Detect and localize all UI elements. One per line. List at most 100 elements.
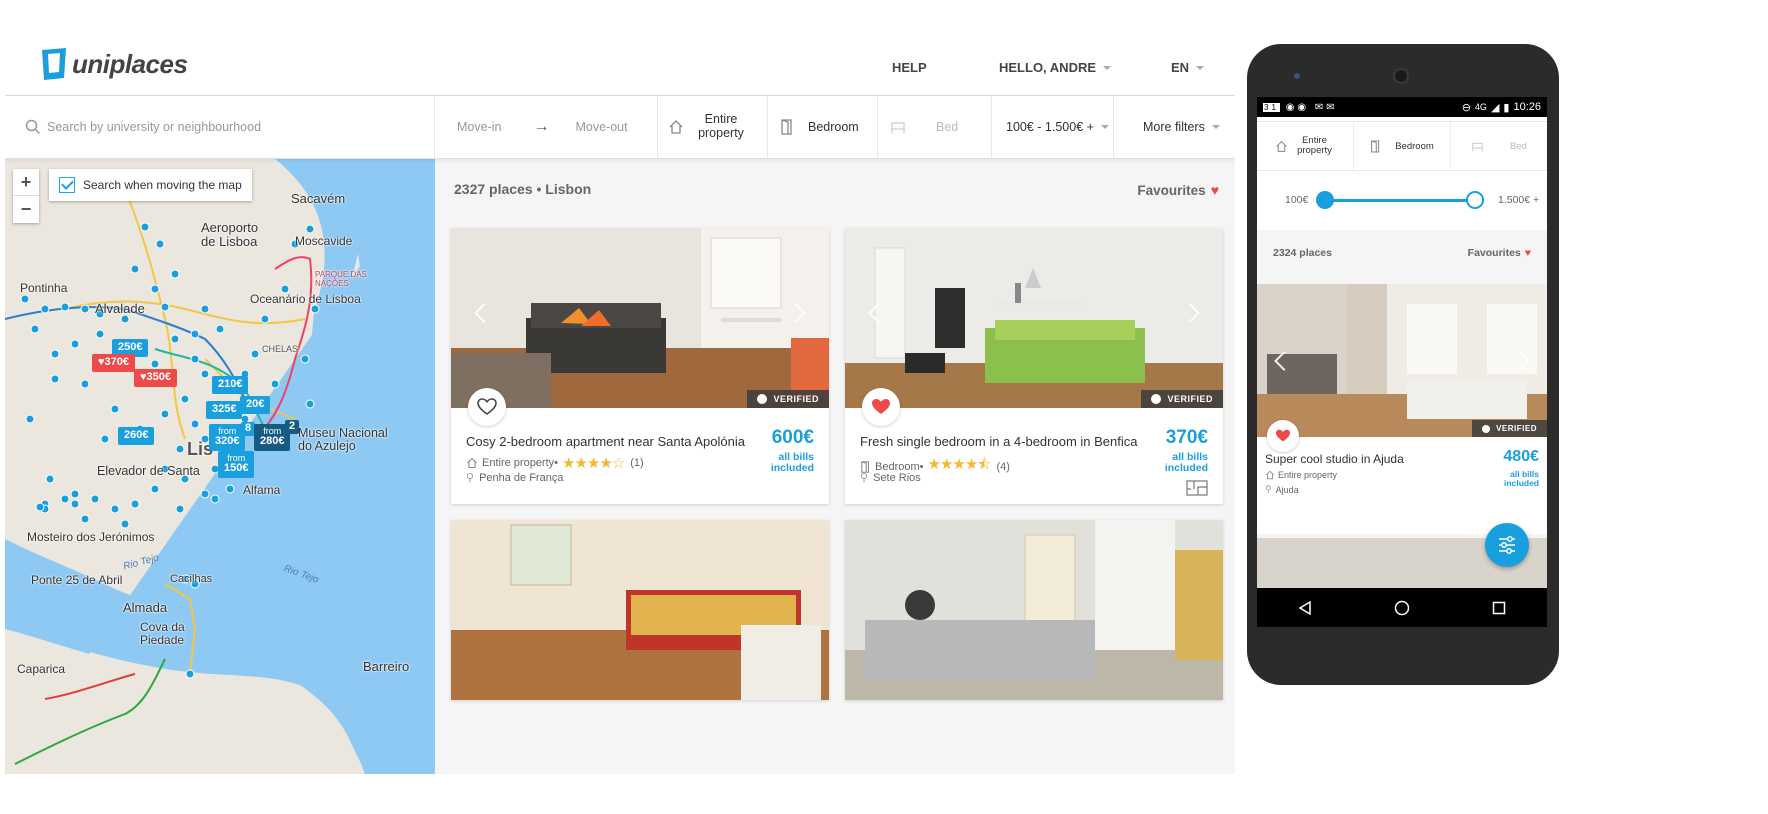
- slider-min-handle[interactable]: [1316, 191, 1334, 209]
- house-icon: [669, 120, 683, 134]
- phone-filter-entire[interactable]: Entire property: [1257, 122, 1354, 170]
- listing-photo[interactable]: [845, 520, 1223, 700]
- heart-filled-icon: [872, 399, 890, 414]
- home-icon[interactable]: [1394, 600, 1410, 616]
- help-link[interactable]: HELP: [892, 60, 927, 75]
- map-label: CHELAS: [262, 344, 299, 354]
- move-in-field[interactable]: Move-in: [457, 120, 501, 134]
- phone-filter-bedroom[interactable]: Bedroom: [1354, 122, 1451, 170]
- favourites-link[interactable]: Favourites ♥: [1137, 182, 1219, 198]
- android-navbar: [1257, 588, 1547, 627]
- price-filter[interactable]: 100€ - 1.500€ +: [992, 96, 1114, 158]
- logo[interactable]: uniplaces: [41, 48, 188, 80]
- listing-body: Fresh single bedroom in a 4-bedroom in B…: [845, 408, 1223, 504]
- map-price-pin[interactable]: 20€: [240, 396, 271, 414]
- rating-count: (4): [996, 460, 1010, 473]
- filter-bed[interactable]: Bed: [878, 96, 992, 158]
- zoom-in-button[interactable]: +: [13, 169, 39, 196]
- location-pin-icon: ⚲: [1265, 484, 1272, 494]
- map-favourite-pin[interactable]: ♥370€: [92, 354, 136, 372]
- verified-badge: VERIFIED: [747, 390, 829, 408]
- checkbox-checked-icon[interactable]: [59, 177, 75, 193]
- map-label: Sacavém: [291, 191, 346, 206]
- location-pin-icon: ⚲: [466, 472, 475, 484]
- bills-included: all bills included: [1164, 451, 1208, 474]
- price-filter-label: 100€ - 1.500€ +: [1006, 120, 1094, 134]
- verified-badge: VERIFIED: [1472, 420, 1547, 437]
- search-filter-bar: Search by university or neighbourhood Mo…: [5, 96, 1235, 159]
- map-favourite-pin[interactable]: ♥350€: [134, 369, 178, 387]
- map-price-pin[interactable]: 325€: [206, 401, 243, 419]
- phone-listing-location-label: Ajuda: [1275, 484, 1299, 495]
- slider-max-handle[interactable]: [1466, 191, 1484, 209]
- listing-card[interactable]: VERIFIED Fresh single bedroom in a 4-bed…: [845, 228, 1223, 504]
- phone-filter-bed[interactable]: Bed: [1451, 122, 1547, 170]
- phone-favourites-link[interactable]: Favourites ♥: [1468, 247, 1531, 259]
- map-price-pin[interactable]: 210€: [212, 376, 249, 394]
- back-icon[interactable]: [1298, 600, 1312, 615]
- favourites-label: Favourites: [1137, 182, 1206, 198]
- favourite-button[interactable]: [468, 388, 506, 426]
- star-rating: ★★★★☆: [562, 455, 625, 472]
- living-room-photo: [451, 228, 829, 408]
- phone-mockup: 31 ◉◉ ✉✉ ⊖ 4G ◢ ▮ 10:26 Entire property: [1247, 44, 1559, 685]
- listing-title[interactable]: Fresh single bedroom in a 4-bedroom in B…: [860, 434, 1137, 449]
- user-menu-label: HELLO, ANDRE: [999, 60, 1097, 75]
- listing-card[interactable]: [845, 520, 1223, 700]
- favourite-button[interactable]: [862, 388, 900, 426]
- phone-favourite-button[interactable]: [1267, 420, 1299, 452]
- search-input[interactable]: Search by university or neighbourhood: [5, 96, 435, 158]
- verified-label: VERIFIED: [1496, 424, 1537, 433]
- filters-fab-button[interactable]: [1485, 523, 1529, 567]
- network-label: 4G: [1474, 102, 1487, 112]
- listing-card[interactable]: VERIFIED Cosy 2-bedroom apartment near S…: [451, 228, 829, 504]
- map-cluster-pin[interactable]: 2: [285, 420, 300, 434]
- filter-bedroom-label: Bedroom: [808, 120, 859, 134]
- phone-listing-price: 480€: [1503, 448, 1539, 465]
- map-price-pin[interactable]: from 320€: [209, 424, 246, 451]
- filter-entire-property[interactable]: Entire property: [658, 96, 768, 158]
- pin-price: 320€: [215, 435, 240, 448]
- listing-photo[interactable]: VERIFIED: [451, 228, 829, 408]
- filter-entire-label: Entire property: [698, 112, 744, 140]
- map-label: Museu Nacional do Azulejo: [298, 426, 388, 454]
- floorplan-icon[interactable]: [1186, 480, 1208, 496]
- search-when-moving-toggle[interactable]: Search when moving the map: [49, 169, 252, 201]
- move-out-field[interactable]: Move-out: [575, 120, 627, 134]
- language-menu[interactable]: EN: [1171, 60, 1205, 75]
- listing-photo[interactable]: VERIFIED: [845, 228, 1223, 408]
- signal-icon: ◢: [1490, 101, 1500, 114]
- user-menu[interactable]: HELLO, ANDRE: [999, 60, 1112, 75]
- listing-location: ⚲ Penha de França: [466, 471, 564, 485]
- listing-card[interactable]: [451, 520, 829, 700]
- bedroom-photo: [845, 228, 1223, 408]
- map-label: Oceanário de Lisboa: [250, 292, 361, 306]
- price-range-slider: 100€ 1.500€ +: [1257, 171, 1547, 229]
- desktop-app: uniplaces HELP HELLO, ANDRE EN Search by…: [5, 40, 1235, 774]
- phone-listing-card[interactable]: VERIFIED Super cool studio in Ajuda Enti…: [1257, 284, 1547, 524]
- house-icon: [467, 457, 477, 469]
- map-price-pin[interactable]: 260€: [118, 427, 155, 445]
- date-range-picker[interactable]: Move-in → Move-out: [435, 96, 658, 158]
- mail-icon: ✉✉: [1314, 101, 1338, 113]
- more-filters[interactable]: More filters: [1114, 96, 1235, 158]
- slider-track[interactable]: [1325, 199, 1475, 202]
- filter-bedroom[interactable]: Bedroom: [768, 96, 878, 158]
- search-icon: [25, 119, 41, 135]
- phone-filter-bed-label: Bed: [1510, 140, 1527, 152]
- map-price-pin[interactable]: from 150€: [218, 451, 255, 478]
- listing-location-label: Penha de França: [479, 471, 564, 484]
- recents-icon[interactable]: [1492, 601, 1506, 615]
- zoom-out-button[interactable]: −: [13, 196, 39, 223]
- map[interactable]: + − Search when moving the map Sacavém A…: [5, 159, 435, 774]
- listing-title[interactable]: Cosy 2-bedroom apartment near Santa Apol…: [466, 434, 745, 449]
- bed-icon: [891, 122, 905, 133]
- verified-badge: VERIFIED: [1141, 390, 1223, 408]
- map-label: Caparica: [17, 662, 66, 676]
- phone-results-header: 2324 places Favourites ♥: [1257, 230, 1547, 284]
- listing-photo[interactable]: [451, 520, 829, 700]
- phone-listing-title[interactable]: Super cool studio in Ajuda: [1265, 452, 1404, 466]
- chevron-down-icon: [1196, 65, 1205, 70]
- map-label: Moscavide: [295, 234, 353, 248]
- phone-listing-photo[interactable]: VERIFIED: [1257, 284, 1547, 437]
